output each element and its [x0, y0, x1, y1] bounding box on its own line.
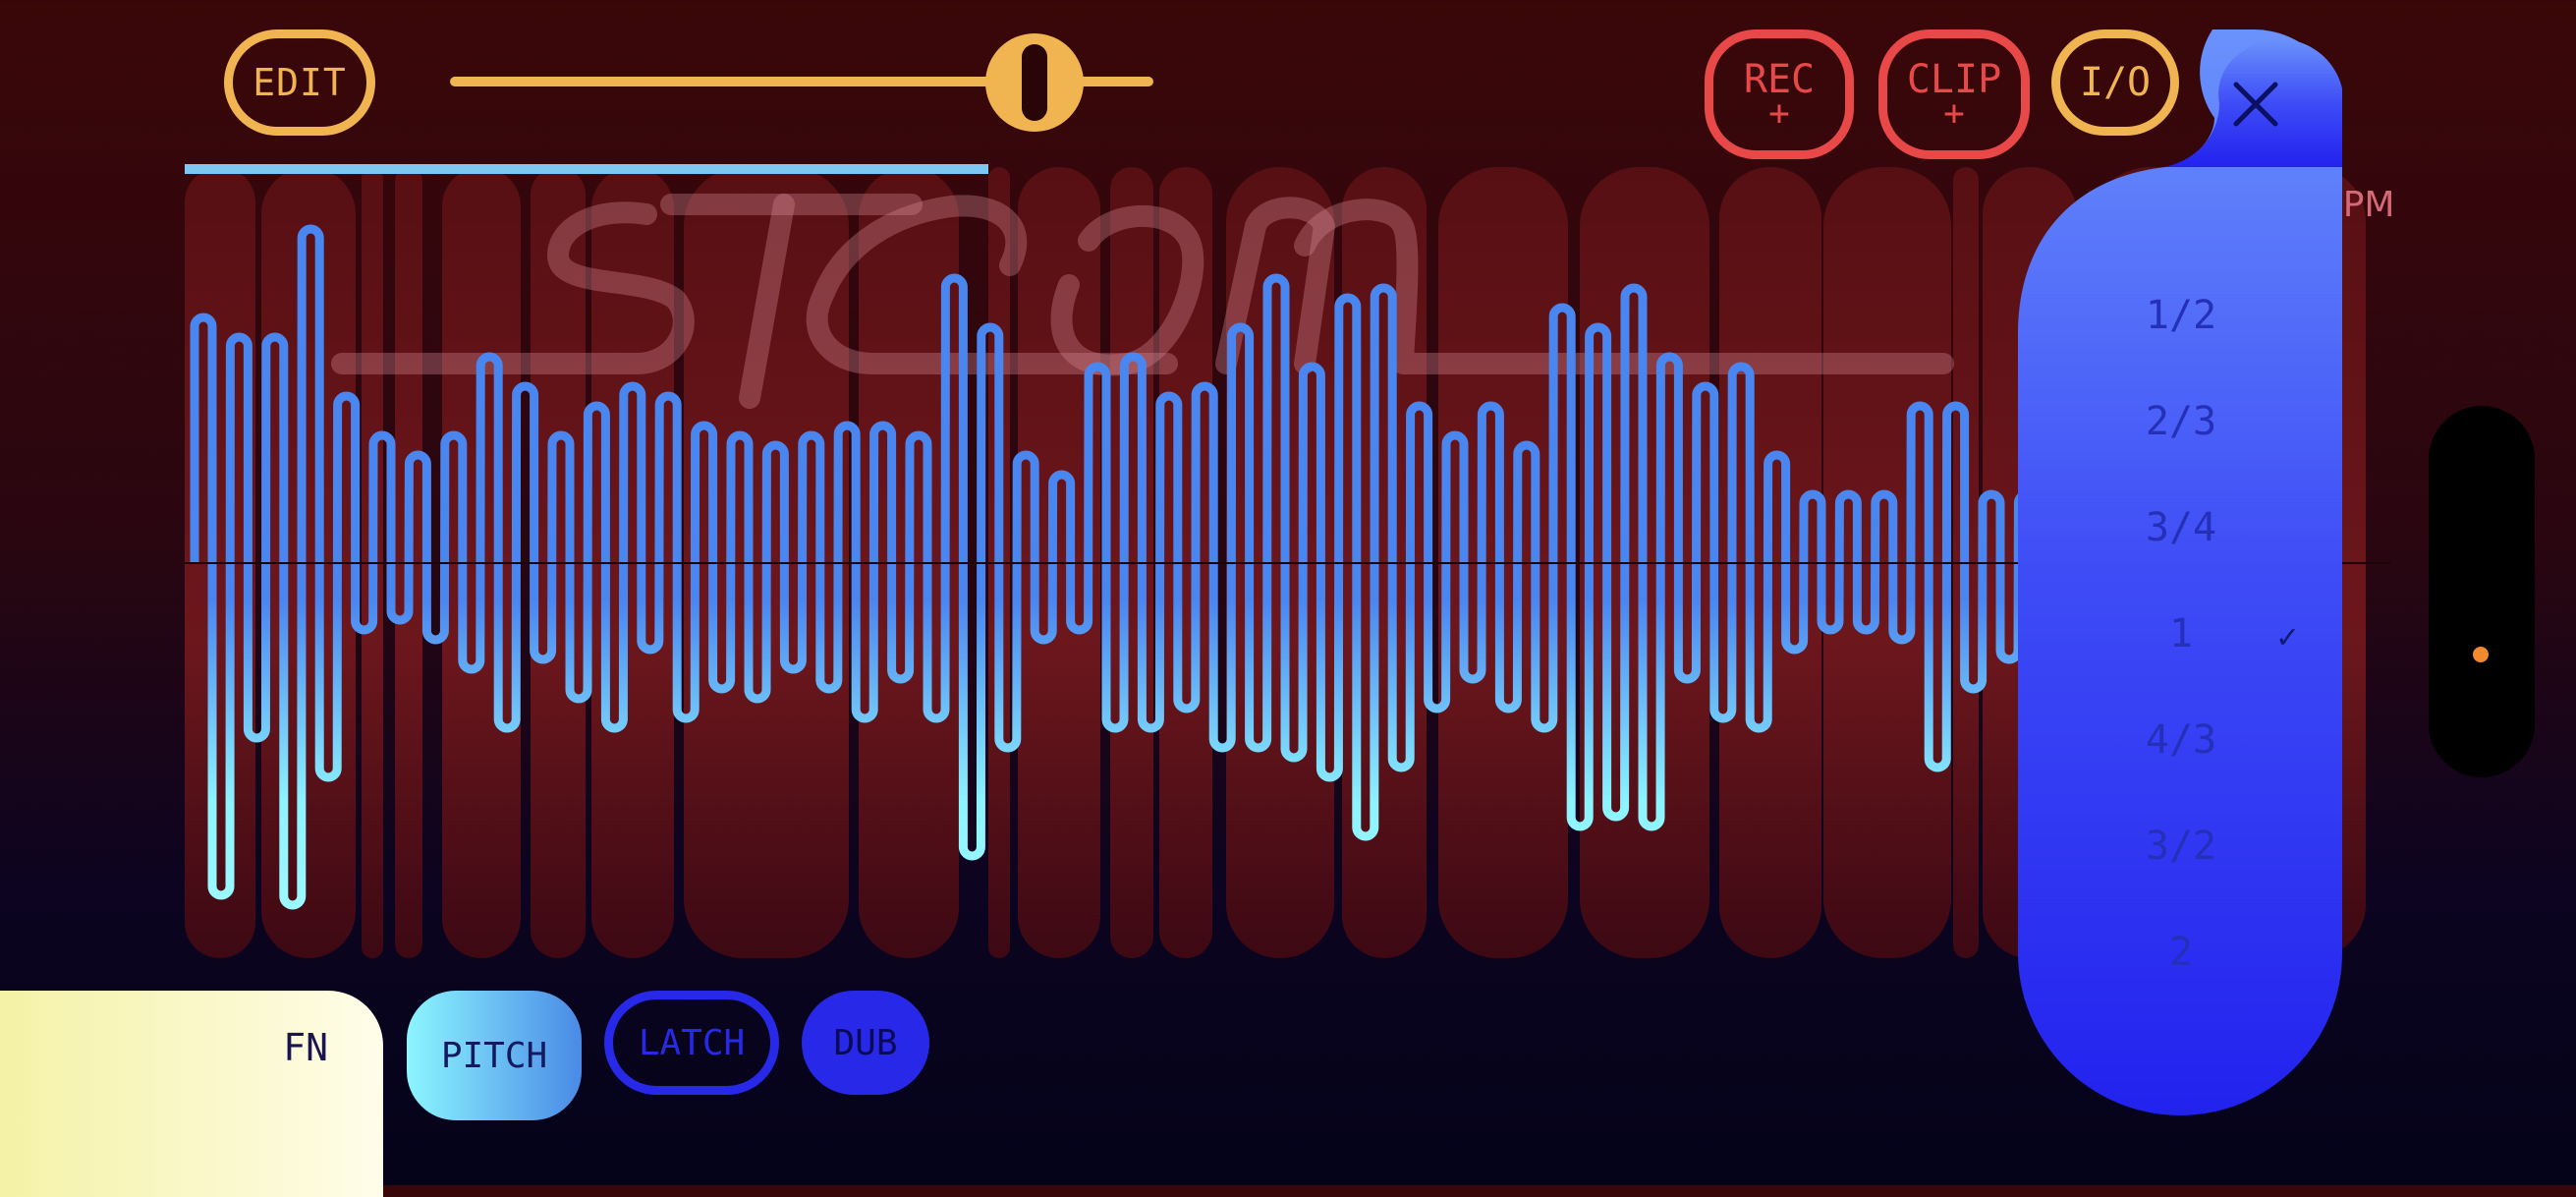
pitch-button[interactable]: PITCH — [407, 991, 582, 1120]
playback-progress-bar — [185, 164, 988, 174]
rate-option-2[interactable]: 2 — [2102, 930, 2260, 975]
rate-option-1-2[interactable]: 1/2 — [2102, 293, 2260, 338]
rate-option-1[interactable]: 1 — [2102, 611, 2260, 656]
position-marker — [2473, 647, 2489, 662]
dub-button[interactable]: DUB — [802, 991, 929, 1095]
clip-plus-label: + — [1943, 93, 1965, 134]
rec-plus-button[interactable]: REC + — [1705, 29, 1854, 159]
close-button[interactable] — [2212, 61, 2299, 147]
rate-option-4-3[interactable]: 4/3 — [2102, 717, 2260, 763]
rate-option-3-4[interactable]: 3/4 — [2102, 505, 2260, 550]
speed-slider-knob[interactable] — [985, 33, 1084, 132]
clip-plus-button[interactable]: CLIP + — [1878, 29, 2030, 159]
rate-option-3-2[interactable]: 3/2 — [2102, 824, 2260, 869]
rate-option-2-3[interactable]: 2/3 — [2102, 399, 2260, 444]
check-icon: ✓ — [2277, 617, 2298, 656]
slider-knob-icon — [1022, 44, 1047, 121]
fn-button[interactable]: FN — [0, 991, 383, 1197]
edit-button[interactable]: EDIT — [224, 29, 375, 136]
rec-plus-label: + — [1768, 93, 1790, 134]
side-scroll-strip[interactable] — [2429, 406, 2535, 777]
close-icon — [2233, 82, 2278, 127]
latch-button[interactable]: LATCH — [604, 991, 779, 1095]
